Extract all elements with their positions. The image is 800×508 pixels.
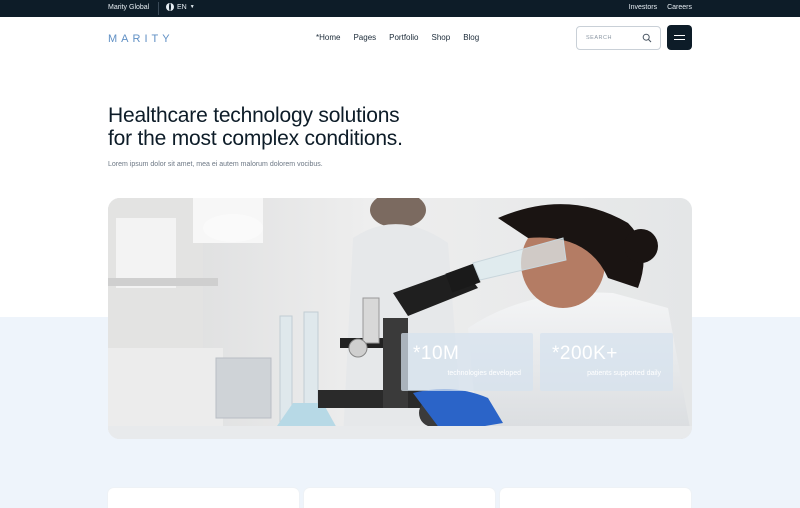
feature-card[interactable] bbox=[304, 488, 495, 508]
globe-icon bbox=[166, 3, 174, 11]
topbar-link-investors[interactable]: Investors bbox=[629, 4, 657, 11]
top-bar: Marity Global EN ▼ Investors Careers bbox=[0, 0, 800, 17]
search-placeholder: SEARCH bbox=[586, 35, 612, 41]
lab-scientist-illustration bbox=[108, 198, 692, 439]
stat-card-technologies: *10M technologies developed bbox=[401, 333, 533, 391]
topbar-link-careers[interactable]: Careers bbox=[667, 4, 692, 11]
stat-value: *10M bbox=[413, 343, 460, 364]
language-label: EN bbox=[177, 3, 187, 11]
nav-item-blog[interactable]: Blog bbox=[463, 33, 479, 42]
topbar-links: Investors Careers bbox=[629, 4, 692, 11]
nav-item-portfolio[interactable]: Portfolio bbox=[389, 33, 418, 42]
language-selector[interactable]: EN ▼ bbox=[166, 3, 195, 11]
chevron-down-icon: ▼ bbox=[189, 4, 195, 10]
stat-card-patients: *200K+ patients supported daily bbox=[540, 333, 673, 391]
search-icon[interactable] bbox=[642, 33, 652, 43]
stat-label: technologies developed bbox=[447, 370, 521, 377]
nav-item-home[interactable]: *Home bbox=[316, 33, 340, 42]
topbar-divider bbox=[158, 2, 159, 15]
hero-title-line-1: Healthcare technology solutions bbox=[108, 104, 400, 127]
menu-button[interactable] bbox=[667, 25, 692, 50]
hero-title-line-2: for the most complex conditions. bbox=[108, 127, 403, 150]
feature-card[interactable] bbox=[108, 488, 299, 508]
feature-card[interactable] bbox=[500, 488, 691, 508]
nav-item-shop[interactable]: Shop bbox=[432, 33, 451, 42]
hamburger-icon-line bbox=[674, 35, 685, 36]
hero-lead-text: Lorem ipsum dolor sit amet, mea ei autem… bbox=[108, 161, 323, 168]
stat-label: patients supported daily bbox=[587, 370, 661, 377]
hamburger-icon-line bbox=[674, 39, 685, 40]
hero-image bbox=[108, 198, 692, 439]
topbar-brand-link[interactable]: Marity Global bbox=[108, 4, 149, 11]
main-nav: *Home Pages Portfolio Shop Blog bbox=[316, 33, 479, 42]
search-input[interactable]: SEARCH bbox=[576, 26, 661, 50]
site-logo[interactable]: MARITY bbox=[108, 33, 174, 45]
nav-item-pages[interactable]: Pages bbox=[353, 33, 376, 42]
site-header: MARITY *Home Pages Portfolio Shop Blog S… bbox=[0, 17, 800, 61]
stat-value: *200K+ bbox=[552, 343, 618, 364]
hero-title: Healthcare technology solutions for the … bbox=[108, 104, 488, 150]
